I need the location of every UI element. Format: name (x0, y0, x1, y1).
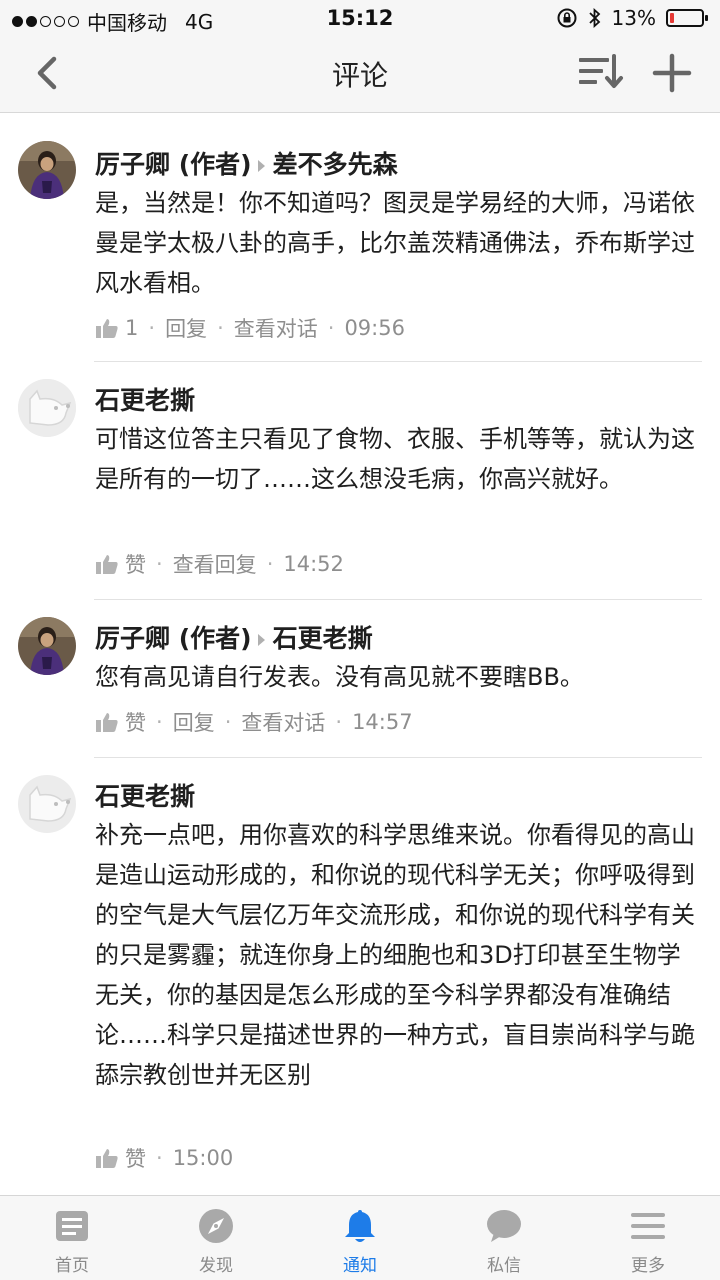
separator-dot: · (148, 316, 156, 340)
plus-icon (652, 53, 692, 93)
comment-meta: 1 · 回复 · 查看对话 · 09:56 (95, 313, 405, 343)
tab-label: 通知 (343, 1256, 377, 1276)
reply-to-name[interactable]: 差不多先森 (273, 150, 398, 179)
separator-dot: · (156, 1146, 163, 1170)
tab-label: 更多 (631, 1256, 665, 1276)
battery-percent: 13% (611, 6, 656, 30)
bell-icon (345, 1210, 375, 1242)
tab-messages[interactable]: 私信 (432, 1196, 576, 1280)
tab-label: 私信 (487, 1256, 521, 1276)
tab-home[interactable]: 首页 (0, 1196, 144, 1280)
comment-time: 09:56 (344, 316, 405, 340)
comment-time: 14:57 (352, 710, 413, 734)
tab-more[interactable]: 更多 (576, 1196, 720, 1280)
like-button[interactable]: 赞 (95, 1143, 146, 1173)
sort-icon (579, 54, 623, 88)
view-replies-button[interactable]: 查看回复 (173, 549, 257, 579)
comment-header: 厉子卿 (作者) 石更老撕 (95, 619, 373, 655)
comment-header: 石更老撕 (95, 777, 195, 813)
thumbs-up-icon (96, 1149, 118, 1168)
thumbs-up-icon (96, 319, 118, 338)
comment-text: 可惜这位答主只看见了食物、衣服、手机等等，就认为这是所有的一切了……这么想没毛病… (95, 425, 695, 493)
home-icon (56, 1211, 88, 1241)
user-photo-icon (18, 617, 76, 675)
like-button[interactable]: 赞 (95, 707, 146, 737)
author-name[interactable]: 厉子卿 (作者) (95, 624, 252, 653)
default-avatar-icon (18, 379, 76, 437)
avatar[interactable] (18, 617, 76, 675)
default-avatar-icon (18, 775, 76, 833)
tab-label: 发现 (199, 1256, 233, 1276)
comment-item: 厉子卿 (作者) 石更老撕 您有高见请自行发表。没有高见就不要瞎BB。 赞 · 回… (0, 599, 720, 757)
reply-button[interactable]: 回复 (165, 313, 207, 343)
battery-level-fill (670, 13, 674, 23)
comment-text: 是，当然是！你不知道吗？图灵是学易经的大师，冯诺依曼是学太极八卦的高手，比尔盖茨… (95, 189, 695, 297)
tab-bar: 首页 发现 通知 私信 更多 (0, 1195, 720, 1280)
thumbs-up-icon (96, 555, 118, 574)
comment-item: 厉子卿 (作者) 差不多先森 是，当然是！你不知道吗？图灵是学易经的大师，冯诺依曼… (0, 121, 720, 361)
like-count: 1 (125, 316, 139, 340)
comment-text: 您有高见请自行发表。没有高见就不要瞎BB。 (95, 663, 584, 691)
author-name[interactable]: 厉子卿 (作者) (95, 150, 252, 179)
tab-discover[interactable]: 发现 (144, 1196, 288, 1280)
comment-meta: 赞 · 15:00 (95, 1143, 233, 1173)
comment-time: 14:52 (283, 552, 344, 576)
reply-arrow-icon (257, 634, 265, 646)
avatar[interactable] (18, 141, 76, 199)
comment-item: 石更老撕 补充一点吧，用你喜欢的科学思维来说。你看得见的高山是造山运动形成的，和… (0, 757, 720, 1195)
user-photo-icon (18, 141, 76, 199)
separator-dot: · (156, 552, 163, 576)
separator-dot: · (217, 316, 224, 340)
avatar[interactable] (18, 775, 76, 833)
thumbs-up-icon (96, 713, 118, 732)
reply-to-name[interactable]: 石更老撕 (273, 624, 373, 653)
compass-icon (199, 1209, 233, 1243)
sort-button[interactable] (576, 50, 624, 98)
comment-text: 补充一点吧，用你喜欢的科学思维来说。你看得见的高山是造山运动形成的，和你说的现代… (95, 821, 695, 1089)
comment-meta: 赞 · 查看回复 · 14:52 (95, 549, 344, 579)
separator-dot: · (156, 710, 163, 734)
menu-icon (631, 1213, 665, 1239)
like-button[interactable]: 1 (95, 316, 138, 340)
like-count: 赞 (125, 711, 146, 735)
avatar[interactable] (18, 379, 76, 437)
tab-label: 首页 (55, 1256, 89, 1276)
reply-arrow-icon (257, 160, 265, 172)
status-right: 13% (556, 6, 708, 30)
rotation-lock-icon (557, 8, 577, 28)
like-count: 赞 (125, 1147, 146, 1171)
like-button[interactable]: 赞 (95, 549, 146, 579)
comment-time: 15:00 (172, 1146, 234, 1170)
battery-icon (666, 9, 708, 27)
view-conversation-button[interactable]: 查看对话 (234, 313, 318, 343)
chat-bubble-icon (487, 1210, 521, 1242)
author-name[interactable]: 石更老撕 (95, 386, 195, 415)
comment-header: 厉子卿 (作者) 差不多先森 (95, 145, 398, 181)
navigation-bar: 评论 (0, 36, 720, 113)
view-conversation-button[interactable]: 查看对话 (241, 707, 325, 737)
status-bar: 中国移动 4G 15:12 13% (0, 0, 720, 36)
reply-button[interactable]: 回复 (173, 707, 215, 737)
tab-notifications[interactable]: 通知 (288, 1196, 432, 1280)
add-comment-button[interactable] (648, 50, 696, 98)
comment-item: 石更老撕 可惜这位答主只看见了食物、衣服、手机等等，就认为这是所有的一切了……这… (0, 361, 720, 599)
divider (94, 757, 702, 758)
like-count: 赞 (125, 553, 146, 577)
divider (94, 361, 702, 362)
separator-dot: · (266, 552, 274, 576)
divider (94, 599, 702, 600)
separator-dot: · (327, 316, 335, 340)
separator-dot: · (335, 710, 343, 734)
separator-dot: · (224, 710, 232, 734)
bluetooth-icon (588, 7, 600, 29)
comment-header: 石更老撕 (95, 381, 195, 417)
author-name[interactable]: 石更老撕 (95, 782, 195, 811)
comment-meta: 赞 · 回复 · 查看对话 · 14:57 (95, 707, 413, 737)
comment-list[interactable]: 厉子卿 (作者) 差不多先森 是，当然是！你不知道吗？图灵是学易经的大师，冯诺依曼… (0, 113, 720, 1195)
